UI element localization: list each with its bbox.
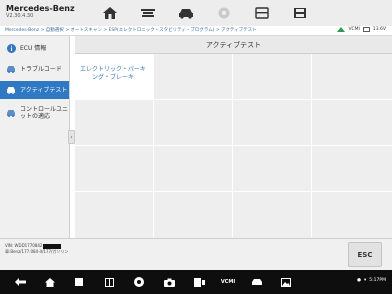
sidebar-item-active-test[interactable]: アクティブテスト [0,81,69,99]
sidebar-item-label: アクティブテスト [20,86,68,94]
main-panel: アクティブテスト エレクトリック・パーキング・ブレーキ [75,36,392,238]
vin-label: VIN: WDD1770842 [5,243,43,248]
home-button[interactable] [95,3,125,23]
settings-icon [218,7,230,19]
recent-apps-button[interactable] [73,276,85,288]
sidebar-item-trouble-codes[interactable]: トラブルコード [0,60,69,78]
notification-icon: ● [357,278,362,283]
battery-voltage: 13.6V [372,27,386,32]
sidebar-item-label: ECU 情報 [20,44,47,52]
settings-button[interactable] [209,3,239,23]
empty-tile [312,100,392,145]
vehicle-line: 車:Benz/177.084-4/177/ガソリン [5,249,69,254]
trouble-code-icon [6,64,16,74]
info-icon [6,43,16,53]
empty-tile [154,54,232,99]
vin-redaction [43,243,62,249]
chrome-icon [134,277,144,287]
empty-tile [154,192,232,238]
sidebar-item-label: トラブルコード [20,65,62,73]
recent-apps-icon [75,278,83,286]
car-diag-button[interactable] [171,3,201,23]
esc-button[interactable]: ESC [348,242,382,267]
gallery-icon [281,277,291,287]
empty-tile [312,54,392,99]
sidebar-item-adaptation[interactable]: コントロールユニットの適応 [0,102,69,124]
back-icon [14,278,26,286]
back-button[interactable] [14,276,26,288]
empty-tile [312,192,392,238]
nav-home-button[interactable] [44,276,56,288]
car-icon [252,279,262,285]
battery-icon [362,27,370,32]
home-icon [103,7,117,19]
test-tile-label: エレクトリック・パーキング・ブレーキ [80,66,146,81]
empty-tile [312,146,392,191]
sidebar-item-ecu-info[interactable]: ECU 情報 [0,39,69,57]
save-button[interactable] [285,3,315,23]
breadcrumb: Mercedes-Benz > 自動選択 > オートスキャン > ESP(エレク… [5,28,257,33]
car-button[interactable] [250,276,264,288]
vehicle-menu-icon [141,9,155,17]
collapse-sidebar-handle[interactable]: ‹ [68,130,75,144]
active-test-icon [6,85,16,95]
vehicle-info: VIN: WDD1770842 車:Benz/177.084-4/177/ガソリ… [5,243,68,255]
page-title: アクティブテスト [75,36,392,54]
print-icon [255,7,269,19]
empty-tile [233,192,311,238]
screen-record-button[interactable] [193,276,205,288]
vcmi-icon: VCMI [220,279,236,285]
home-icon [45,277,55,287]
clock: 5:17PM [369,278,386,283]
brand-name: Mercedes-Benz [6,4,75,13]
vcmi-button[interactable]: VCMI [219,276,237,288]
camera-button[interactable] [163,276,175,288]
empty-tile [75,192,153,238]
empty-tile [233,146,311,191]
top-toolbar: Mercedes-Benz V2.30.4.30 [0,0,392,26]
gallery-button[interactable] [280,276,292,288]
test-tile-epb[interactable]: エレクトリック・パーキング・ブレーキ [75,54,153,99]
empty-tile [75,146,153,191]
empty-tile [154,100,232,145]
app-drawer-button[interactable] [103,276,115,288]
brand: Mercedes-Benz V2.30.4.30 [6,4,75,20]
test-grid: エレクトリック・パーキング・ブレーキ [75,54,392,238]
system-status: ● ▾ 5:17PM [357,278,386,283]
adaptation-icon [6,108,16,118]
status-area: VCMI 13.6V [337,27,386,32]
chevron-left-icon: ‹ [70,133,73,141]
empty-tile [75,100,153,145]
breadcrumb-bar: Mercedes-Benz > 自動選択 > オートスキャン > ESP(エレク… [0,26,392,36]
android-nav-bar: VCMI ● ▾ 5:17PM [0,270,392,294]
app-version: V2.30.4.30 [6,13,34,19]
footer-bar: VIN: WDD1770842 車:Benz/177.084-4/177/ガソリ… [0,238,392,270]
screen-record-icon [193,277,205,287]
vehicle-menu-button[interactable] [133,3,163,23]
app-drawer-icon [104,277,114,287]
connection-status: VCMI [348,27,360,32]
car-diag-icon [179,9,193,19]
empty-tile [233,100,311,145]
signal-icon [337,27,346,32]
empty-tile [154,146,232,191]
print-button[interactable] [247,3,277,23]
camera-icon [163,278,175,287]
browser-button[interactable] [133,276,145,288]
sidebar: ECU 情報 トラブルコード アクティブテスト コントロールユニットの適応 [0,36,70,238]
save-icon [294,8,306,18]
wifi-icon: ▾ [364,278,367,283]
empty-tile [233,54,311,99]
sidebar-item-label: コントロールユニットの適応 [20,106,69,120]
